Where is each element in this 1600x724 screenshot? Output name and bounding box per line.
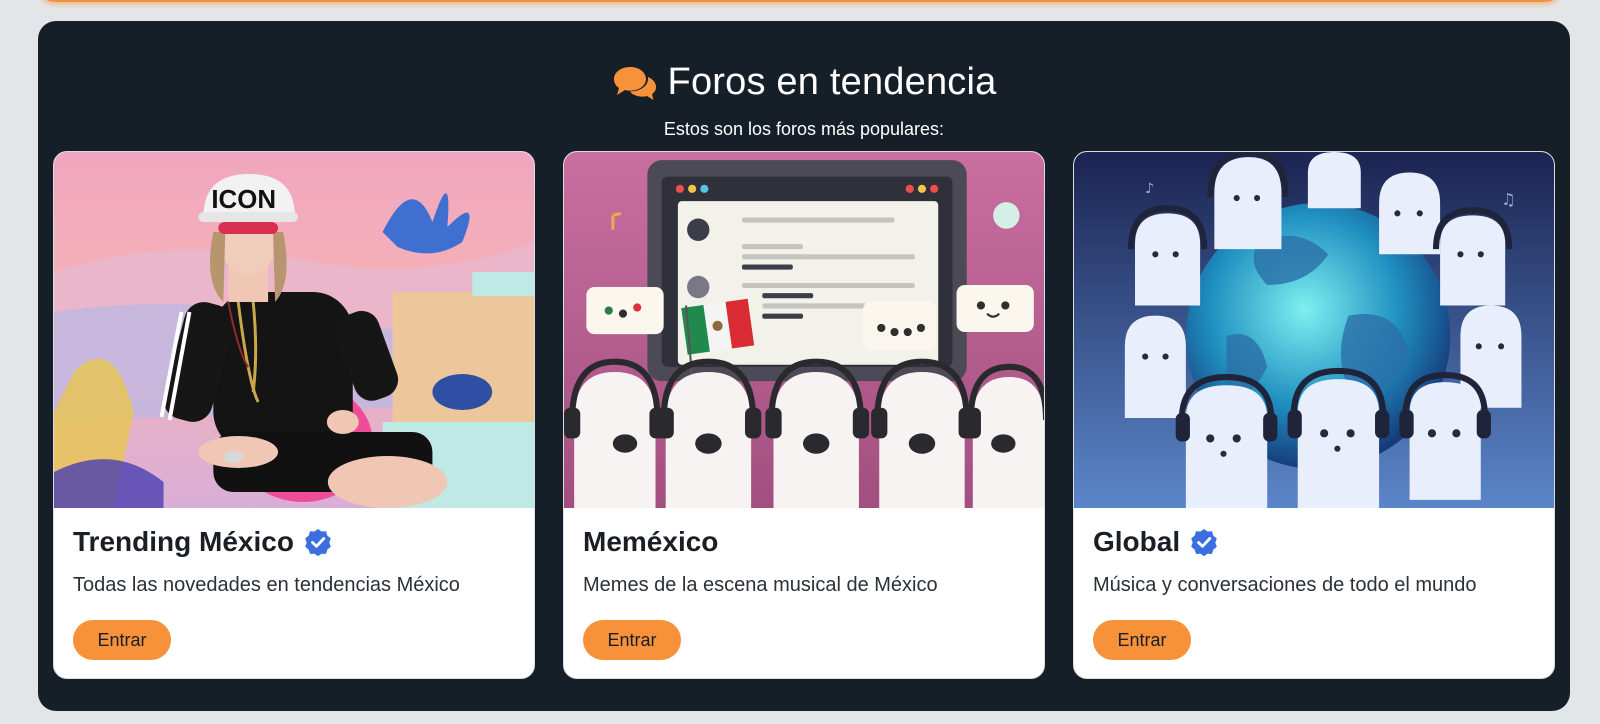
forum-description: Música y conversaciones de todo el mundo bbox=[1093, 574, 1477, 596]
svg-text:♫: ♫ bbox=[1501, 190, 1516, 209]
enter-button[interactable]: Entrar bbox=[1093, 620, 1191, 660]
verified-badge-icon bbox=[305, 529, 331, 556]
forum-image-trending-mexico: ICON bbox=[54, 152, 534, 508]
forum-card-memexico[interactable]: Meméxico Memes de la escena musical de M… bbox=[563, 151, 1045, 679]
forum-image-global: ♪ ♫ bbox=[1074, 152, 1554, 508]
cap-text: ICON bbox=[211, 186, 276, 214]
svg-text:♪: ♪ bbox=[1145, 181, 1154, 197]
forum-image-memexico bbox=[564, 152, 1044, 508]
verified-badge-icon bbox=[1191, 529, 1217, 556]
enter-button[interactable]: Entrar bbox=[583, 620, 681, 660]
forum-description: Memes de la escena musical de México bbox=[583, 574, 938, 596]
section-subtitle: Estos son los foros más populares: bbox=[663, 119, 945, 139]
enter-button[interactable]: Entrar bbox=[73, 620, 171, 660]
section-title: Foros en tendencia bbox=[667, 61, 997, 103]
forum-card-trending-mexico[interactable]: ICON Trending México Todas las novedades… bbox=[53, 151, 535, 679]
forum-description: Todas las novedades en tendencias México bbox=[73, 574, 460, 596]
section-heading: Foros en tendencia bbox=[38, 61, 1570, 104]
forum-title-row: Trending México bbox=[73, 526, 332, 558]
forum-title: Global bbox=[1093, 526, 1181, 557]
forum-title: Trending México bbox=[73, 526, 294, 557]
top-accent-bar bbox=[40, 0, 1560, 2]
trending-forums-panel: Foros en tendencia Estos son los foros m… bbox=[38, 21, 1570, 711]
chat-bubbles-icon bbox=[613, 66, 656, 100]
forum-card-global[interactable]: ♪ ♫ Global Música y conversaciones de to… bbox=[1073, 151, 1555, 679]
forum-title-row: Meméxico bbox=[583, 526, 718, 558]
forum-title: Meméxico bbox=[583, 526, 719, 557]
forum-title-row: Global bbox=[1093, 526, 1218, 558]
